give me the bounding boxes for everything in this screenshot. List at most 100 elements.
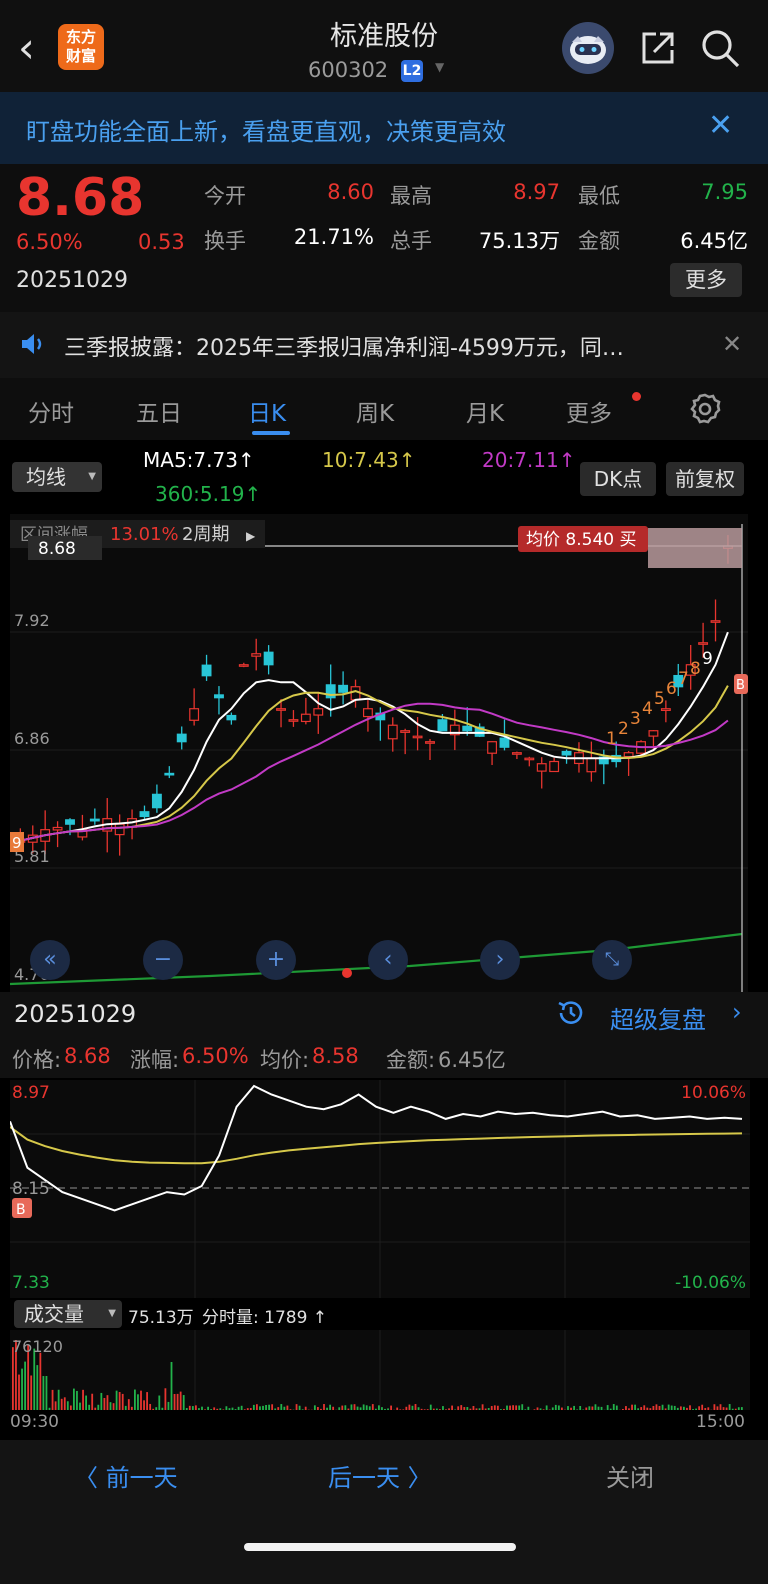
volume-bar [57, 1389, 60, 1410]
volume-bar [103, 1397, 106, 1410]
volume-bar [219, 1408, 222, 1410]
dk-point-button[interactable]: DK点 [580, 462, 656, 496]
share-icon[interactable] [636, 26, 680, 70]
volume-bar [676, 1407, 679, 1410]
candle-body [462, 725, 473, 732]
intraday-chart[interactable]: 8.97 8.15 7.33 10.06% -10.06% B [10, 1080, 750, 1298]
volume-bar [69, 1405, 72, 1410]
turnover-label: 换手 [204, 229, 246, 253]
info-amount: 6.45亿 [438, 1048, 506, 1072]
prev-day-button[interactable]: 〈 前一天 [74, 1458, 178, 1493]
tab-intraday[interactable]: 分时 [28, 394, 74, 428]
volume-bar [91, 1393, 94, 1410]
volume-bar [411, 1405, 414, 1410]
volume-bar [490, 1406, 493, 1410]
super-replay-link[interactable]: 超级复盘 [610, 1000, 706, 1035]
candle-body [698, 642, 709, 645]
volume-bar [643, 1405, 646, 1410]
volume-bar [378, 1405, 380, 1410]
volume-bar [134, 1389, 136, 1410]
close-button[interactable]: 关闭 [606, 1458, 654, 1493]
volume-bar [570, 1407, 572, 1410]
level2-badge: L2 [401, 60, 423, 82]
volume-bar [637, 1408, 640, 1410]
zoom-in-icon[interactable]: + [256, 940, 296, 980]
caret-right-icon[interactable]: ▶ [246, 529, 256, 543]
stock-code[interactable]: 600302 [308, 58, 388, 82]
tab-month-k[interactable]: 月K [466, 394, 504, 428]
candle-body [251, 653, 262, 657]
search-icon[interactable] [698, 26, 742, 70]
volume-bar [588, 1406, 591, 1410]
volume-bar [701, 1404, 704, 1410]
next-day-button[interactable]: 后一天 〉 [328, 1458, 432, 1493]
volume-chart[interactable]: 76120 [10, 1330, 750, 1410]
candle-body [710, 620, 721, 623]
volume-bar [420, 1408, 423, 1410]
signal-label: 7 [678, 669, 689, 689]
volume-bar [487, 1408, 490, 1410]
zoom-out-icon[interactable]: − [143, 940, 183, 980]
volume-bar [191, 1406, 194, 1410]
signal-label: 4 [642, 699, 653, 719]
volume-indicator-select[interactable]: 成交量 ▼ [14, 1300, 122, 1328]
banner-text[interactable]: 盯盘功能全面上新，看盘更直观，决策更高效 [26, 112, 506, 147]
step-right-icon[interactable]: › [480, 940, 520, 980]
candle-body [139, 811, 150, 818]
volume-bar [362, 1404, 365, 1410]
price-adjust-button[interactable]: 前复权 [666, 462, 744, 496]
indicator-select[interactable]: 均线 ▼ [12, 462, 102, 492]
volume-bar [527, 1406, 530, 1410]
volume-bar [304, 1406, 307, 1410]
volume-bar [39, 1352, 42, 1410]
tab-more[interactable]: 更多 [566, 394, 612, 428]
volume-bar [286, 1405, 289, 1410]
signal-label: 8 [690, 659, 701, 679]
volume-bar [332, 1406, 335, 1410]
volume-bar [649, 1408, 652, 1410]
volume-bar [198, 1408, 200, 1410]
close-icon[interactable]: ✕ [722, 330, 742, 358]
notice-text[interactable]: 三季报披露：2025年三季报归属净利润-4599万元，同… [64, 330, 624, 362]
history-icon[interactable] [556, 998, 586, 1028]
more-quote-button[interactable]: 更多 [670, 263, 742, 297]
tab-day-k[interactable]: 日K [248, 394, 286, 428]
close-icon[interactable]: ✕ [708, 108, 733, 143]
volume-bar [719, 1404, 722, 1410]
volume-bar [557, 1405, 560, 1410]
period-label[interactable]: 2周期 [182, 524, 229, 545]
candle-body [263, 651, 274, 666]
volume-bar [149, 1403, 152, 1410]
fullscreen-icon[interactable]: ⤡ [592, 940, 632, 980]
volume-bar [185, 1408, 188, 1410]
tab-week-k[interactable]: 周K [356, 394, 394, 428]
volume-bar [54, 1401, 57, 1410]
candle-body [201, 664, 212, 677]
back-button[interactable]: ‹ [18, 22, 58, 74]
candle-body [214, 694, 224, 699]
tab-five-day[interactable]: 五日 [136, 394, 182, 428]
candle-body [52, 826, 63, 831]
volume-bar [66, 1401, 69, 1410]
chevron-down-icon[interactable]: ▼ [435, 60, 444, 74]
volume-bar [228, 1408, 231, 1410]
volume-bar [390, 1405, 392, 1410]
volume-bar [439, 1409, 441, 1410]
robot-assistant-icon[interactable] [562, 22, 614, 74]
volume-bar [625, 1406, 627, 1410]
low-label: 最低 [578, 184, 620, 208]
volume-bar [79, 1402, 81, 1410]
step-left-icon[interactable]: ‹ [368, 940, 408, 980]
chevron-right-icon[interactable]: › [732, 998, 742, 1026]
candle-body [511, 752, 522, 755]
volume-bar [673, 1405, 676, 1410]
volume-bar [350, 1404, 353, 1410]
volume-bar [432, 1408, 435, 1410]
gear-icon[interactable] [688, 392, 722, 426]
info-avg: 8.58 [312, 1044, 359, 1068]
volume-bar [423, 1409, 426, 1410]
fast-back-icon[interactable]: « [30, 940, 70, 980]
volume-bar [130, 1406, 133, 1410]
volume-bar [503, 1408, 505, 1410]
daily-k-chart[interactable]: 区间涨幅 13.01% 2周期 ▶ 8.68 均价 8.540 买 7.92 6… [10, 514, 748, 992]
